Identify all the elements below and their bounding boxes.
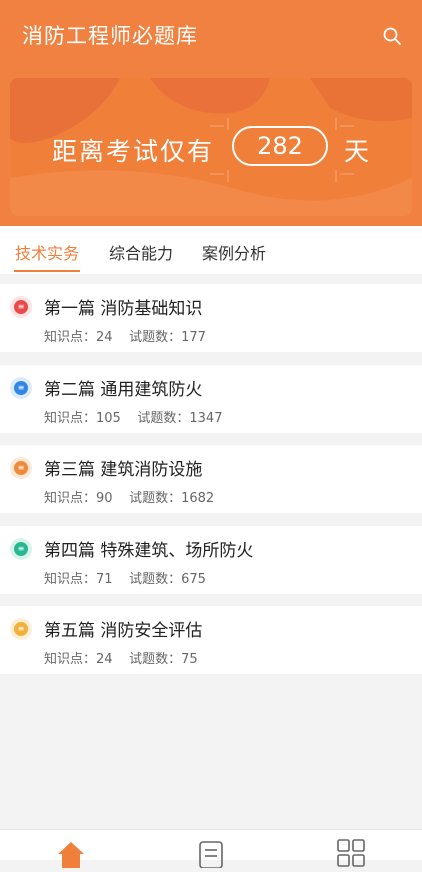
chapter-stats: 知识点：105 试题数：1347 bbox=[44, 407, 222, 426]
question-label: 试题数： bbox=[129, 572, 182, 587]
active-tab-indicator bbox=[14, 270, 80, 272]
tab-comprehensive-ability[interactable]: 综合能力 bbox=[109, 240, 173, 264]
question-count: 177 bbox=[181, 330, 206, 345]
question-count: 675 bbox=[181, 572, 206, 587]
knowledge-label: 知识点： bbox=[44, 491, 97, 506]
list-icon: ≡ bbox=[10, 296, 32, 318]
chapter-title: 第二篇 通用建筑防火 bbox=[44, 380, 203, 400]
question-label: 试题数： bbox=[129, 491, 182, 506]
countdown-prefix: 距离考试仅有 bbox=[52, 137, 215, 166]
app-title: 消防工程师必题库 bbox=[22, 24, 198, 48]
list-icon: ≡ bbox=[10, 538, 32, 560]
home-icon[interactable] bbox=[56, 838, 86, 868]
chapter-title: 第四篇 特殊建筑、场所防火 bbox=[44, 541, 254, 561]
chapter-stats: 知识点：24 试题数：75 bbox=[44, 648, 198, 667]
knowledge-count: 90 bbox=[96, 491, 113, 506]
chapter-stats: 知识点：24 试题数：177 bbox=[44, 326, 206, 345]
list-icon: ≡ bbox=[10, 377, 32, 399]
chapter-card-3[interactable]: ≡ 第三篇 建筑消防设施 知识点：90 试题数：1682 bbox=[0, 445, 422, 513]
question-label: 试题数： bbox=[129, 652, 182, 667]
list-icon[interactable] bbox=[197, 838, 227, 869]
knowledge-count: 105 bbox=[96, 411, 121, 426]
bottom-navigation bbox=[0, 829, 422, 869]
knowledge-count: 24 bbox=[96, 652, 113, 667]
grid-icon[interactable] bbox=[336, 838, 366, 868]
tab-technical-practice[interactable]: 技术实务 bbox=[15, 240, 79, 264]
countdown-suffix: 天 bbox=[344, 137, 370, 166]
countdown-days: 282 bbox=[232, 126, 328, 166]
question-count: 1347 bbox=[189, 411, 223, 426]
chapter-card-5[interactable]: ≡ 第五篇 消防安全评估 知识点：24 试题数：75 bbox=[0, 606, 422, 674]
knowledge-label: 知识点： bbox=[44, 411, 97, 426]
chapter-title: 第五篇 消防安全评估 bbox=[44, 621, 203, 641]
knowledge-label: 知识点： bbox=[44, 652, 97, 667]
question-label: 试题数： bbox=[129, 330, 182, 345]
knowledge-count: 71 bbox=[96, 572, 113, 587]
chapter-card-2[interactable]: ≡ 第二篇 通用建筑防火 知识点：105 试题数：1347 bbox=[0, 365, 422, 433]
question-label: 试题数： bbox=[137, 411, 190, 426]
list-icon: ≡ bbox=[10, 618, 32, 640]
countdown-banner: 距离考试仅有 282 天 bbox=[10, 78, 412, 216]
chapter-card-4[interactable]: ≡ 第四篇 特殊建筑、场所防火 知识点：71 试题数：675 bbox=[0, 526, 422, 594]
chapter-stats: 知识点：71 试题数：675 bbox=[44, 568, 206, 587]
subject-tabs: 技术实务 综合能力 案例分析 bbox=[0, 226, 422, 274]
chapter-title: 第一篇 消防基础知识 bbox=[44, 299, 203, 319]
search-icon[interactable] bbox=[382, 26, 402, 46]
tab-case-analysis[interactable]: 案例分析 bbox=[202, 240, 266, 264]
countdown: 距离考试仅有 282 天 bbox=[10, 122, 412, 172]
chapter-title: 第三篇 建筑消防设施 bbox=[44, 460, 203, 480]
question-count: 75 bbox=[181, 652, 198, 667]
knowledge-count: 24 bbox=[96, 330, 113, 345]
chapter-stats: 知识点：90 试题数：1682 bbox=[44, 487, 214, 506]
list-icon: ≡ bbox=[10, 457, 32, 479]
chapter-card-1[interactable]: ≡ 第一篇 消防基础知识 知识点：24 试题数：177 bbox=[0, 284, 422, 352]
knowledge-label: 知识点： bbox=[44, 330, 97, 345]
app-header: 消防工程师必题库 bbox=[0, 0, 422, 72]
question-count: 1682 bbox=[181, 491, 215, 506]
knowledge-label: 知识点： bbox=[44, 572, 97, 587]
